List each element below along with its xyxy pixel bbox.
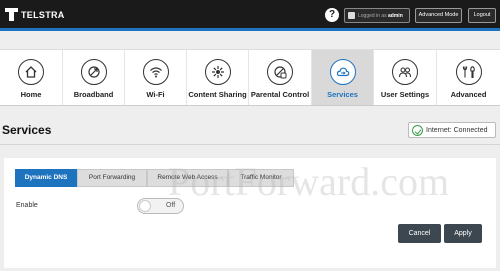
top-bar: TELSTRA ? Logged in as admin Advanced Mo… bbox=[0, 0, 500, 31]
telstra-logo-icon bbox=[5, 8, 18, 21]
main-nav: Home Broadband Wi-Fi Content Sharing Par… bbox=[0, 49, 500, 106]
nav-label-services: Services bbox=[327, 90, 358, 99]
nav-item-home[interactable]: Home bbox=[0, 50, 63, 105]
nav-item-broadband[interactable]: Broadband bbox=[63, 50, 125, 105]
logged-in-prefix: Logged in as bbox=[358, 12, 387, 19]
user-icon bbox=[348, 12, 355, 19]
tab-port-forwarding[interactable]: Port Forwarding bbox=[77, 169, 147, 187]
nav-label-user-settings: User Settings bbox=[380, 90, 430, 99]
content-sharing-icon bbox=[204, 59, 231, 85]
advanced-icon bbox=[455, 59, 482, 85]
toggle-state: Off bbox=[166, 202, 176, 209]
wifi-icon bbox=[142, 59, 169, 85]
divider bbox=[0, 144, 500, 145]
internet-status-text: Internet: Connected bbox=[426, 126, 488, 134]
nav-item-user-settings[interactable]: User Settings bbox=[374, 50, 437, 105]
user-settings-icon bbox=[392, 59, 418, 85]
advanced-mode-button[interactable]: Advanced Mode bbox=[415, 8, 462, 23]
connected-icon bbox=[412, 124, 423, 136]
home-icon bbox=[18, 59, 44, 85]
apply-button[interactable]: Apply bbox=[444, 224, 482, 243]
nav-item-advanced[interactable]: Advanced bbox=[437, 50, 500, 105]
nav-label-broadband: Broadband bbox=[73, 90, 114, 99]
tab-remote-web-access[interactable]: Remote Web Access bbox=[147, 169, 228, 187]
user-info: Logged in as admin bbox=[344, 8, 410, 23]
brand-name: TELSTRA bbox=[21, 9, 65, 20]
accent-bar bbox=[0, 28, 500, 31]
broadband-icon bbox=[80, 59, 107, 85]
parental-control-icon bbox=[267, 59, 293, 85]
nav-label-parental-control: Parental Control bbox=[250, 90, 310, 99]
username: admin bbox=[388, 12, 403, 19]
nav-item-services[interactable]: Services bbox=[312, 50, 374, 105]
enable-label: Enable bbox=[16, 202, 38, 209]
nav-label-advanced: Advanced bbox=[450, 90, 487, 99]
nav-item-wifi[interactable]: Wi-Fi bbox=[125, 50, 187, 105]
nav-label-wifi: Wi-Fi bbox=[146, 90, 165, 99]
service-tabs: Dynamic DNS Port Forwarding Remote Web A… bbox=[15, 169, 294, 187]
help-button[interactable]: ? bbox=[325, 8, 339, 22]
nav-item-content-sharing[interactable]: Content Sharing bbox=[187, 50, 249, 105]
nav-label-content-sharing: Content Sharing bbox=[188, 90, 247, 99]
nav-label-home: Home bbox=[20, 90, 42, 99]
services-icon bbox=[329, 59, 356, 85]
logout-button[interactable]: Logout bbox=[468, 8, 496, 23]
telstra-logo[interactable]: TELSTRA bbox=[5, 8, 65, 21]
internet-status: Internet: Connected bbox=[408, 122, 496, 138]
nav-item-parental-control[interactable]: Parental Control bbox=[249, 50, 312, 105]
page-title: Services bbox=[2, 123, 52, 137]
toggle-knob bbox=[139, 200, 151, 212]
tab-traffic-monitor[interactable]: Traffic Monitor bbox=[228, 169, 294, 187]
content-panel: Dynamic DNS Port Forwarding Remote Web A… bbox=[4, 158, 496, 268]
cancel-button[interactable]: Cancel bbox=[398, 224, 441, 243]
enable-toggle[interactable]: Off bbox=[137, 198, 184, 214]
tab-dynamic-dns[interactable]: Dynamic DNS bbox=[15, 169, 77, 187]
